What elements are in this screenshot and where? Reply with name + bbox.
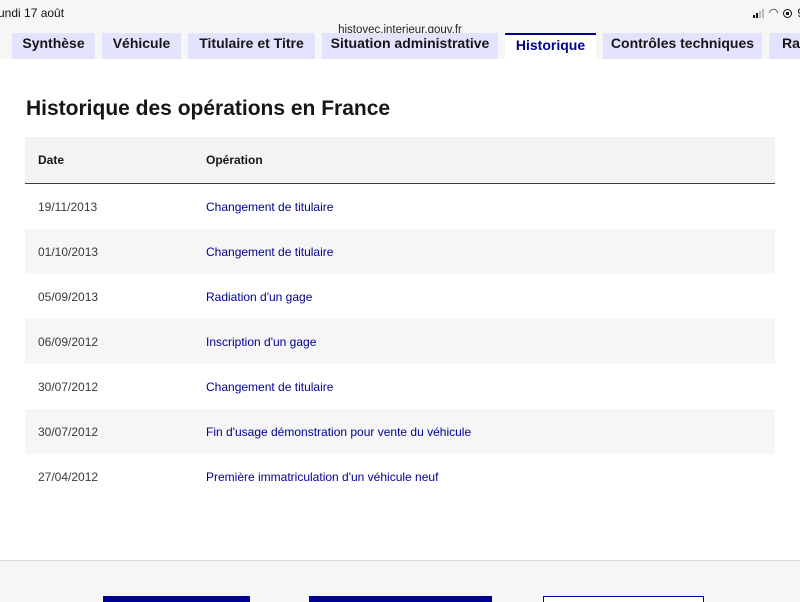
row-operation-link[interactable]: Changement de titulaire [206,380,333,394]
row-date: 30/07/2012 [38,380,99,394]
table-row: 30/07/2012 Changement de titulaire [25,364,775,409]
tab-historique[interactable]: Historique [505,33,596,59]
row-operation-link[interactable]: Changement de titulaire [206,200,333,214]
row-operation-link[interactable]: Changement de titulaire [206,245,333,259]
status-bar: undi 17 août ◠ 9 [0,0,800,26]
section-title: Historique des opérations en France [26,97,391,120]
column-header-operation: Opération [206,153,263,167]
table-row: 01/10/2013 Changement de titulaire [25,229,775,274]
table-row: 05/09/2013 Radiation d'un gage [25,274,775,319]
row-date: 06/09/2012 [38,335,99,349]
tab-vehicule[interactable]: Véhicule [102,33,181,59]
tab-titulaire-et-titre[interactable]: Titulaire et Titre [188,33,315,59]
bottom-action-button-2[interactable] [309,596,492,602]
row-date: 05/09/2013 [38,290,99,304]
row-operation-link[interactable]: Première immatriculation d'un véhicule n… [206,470,438,484]
row-date: 27/04/2012 [38,470,99,484]
table-body: 19/11/2013 Changement de titulaire 01/10… [25,184,775,499]
tab-rapport[interactable]: Rap [769,33,800,59]
tab-controles-techniques[interactable]: Contrôles techniques [603,33,762,59]
row-operation-link[interactable]: Radiation d'un gage [206,290,312,304]
tab-situation-administrative[interactable]: Situation administrative [322,33,498,59]
table-row: 27/04/2012 Première immatriculation d'un… [25,454,775,499]
row-date: 01/10/2013 [38,245,99,259]
column-header-date: Date [38,153,65,167]
table-row: 30/07/2012 Fin d'usage démonstration pou… [25,409,775,454]
table-row: 06/09/2012 Inscription d'un gage [25,319,775,364]
historique-panel: Historique des opérations en France Date… [0,59,800,561]
row-date: 19/11/2013 [38,200,98,214]
orientation-lock-icon [783,8,793,18]
status-date: undi 17 août [0,6,65,20]
row-operation-link[interactable]: Fin d'usage démonstration pour vente du … [206,425,471,439]
row-operation-link[interactable]: Inscription d'un gage [206,335,316,349]
table-header: Date Opération [25,137,775,184]
operations-table: Date Opération 19/11/2013 Changement de … [25,137,775,499]
tab-bar: Synthèse Véhicule Titulaire et Titre Sit… [0,33,800,59]
tab-synthese[interactable]: Synthèse [12,33,95,59]
wifi-icon: ◠ [768,7,779,19]
status-icons: ◠ 9 [752,6,800,20]
bottom-action-button-1[interactable] [103,596,250,602]
row-date: 30/07/2012 [38,425,99,439]
bottom-action-button-3[interactable] [543,596,704,602]
table-row: 19/11/2013 Changement de titulaire [25,184,775,229]
cellular-signal-icon [752,8,764,18]
